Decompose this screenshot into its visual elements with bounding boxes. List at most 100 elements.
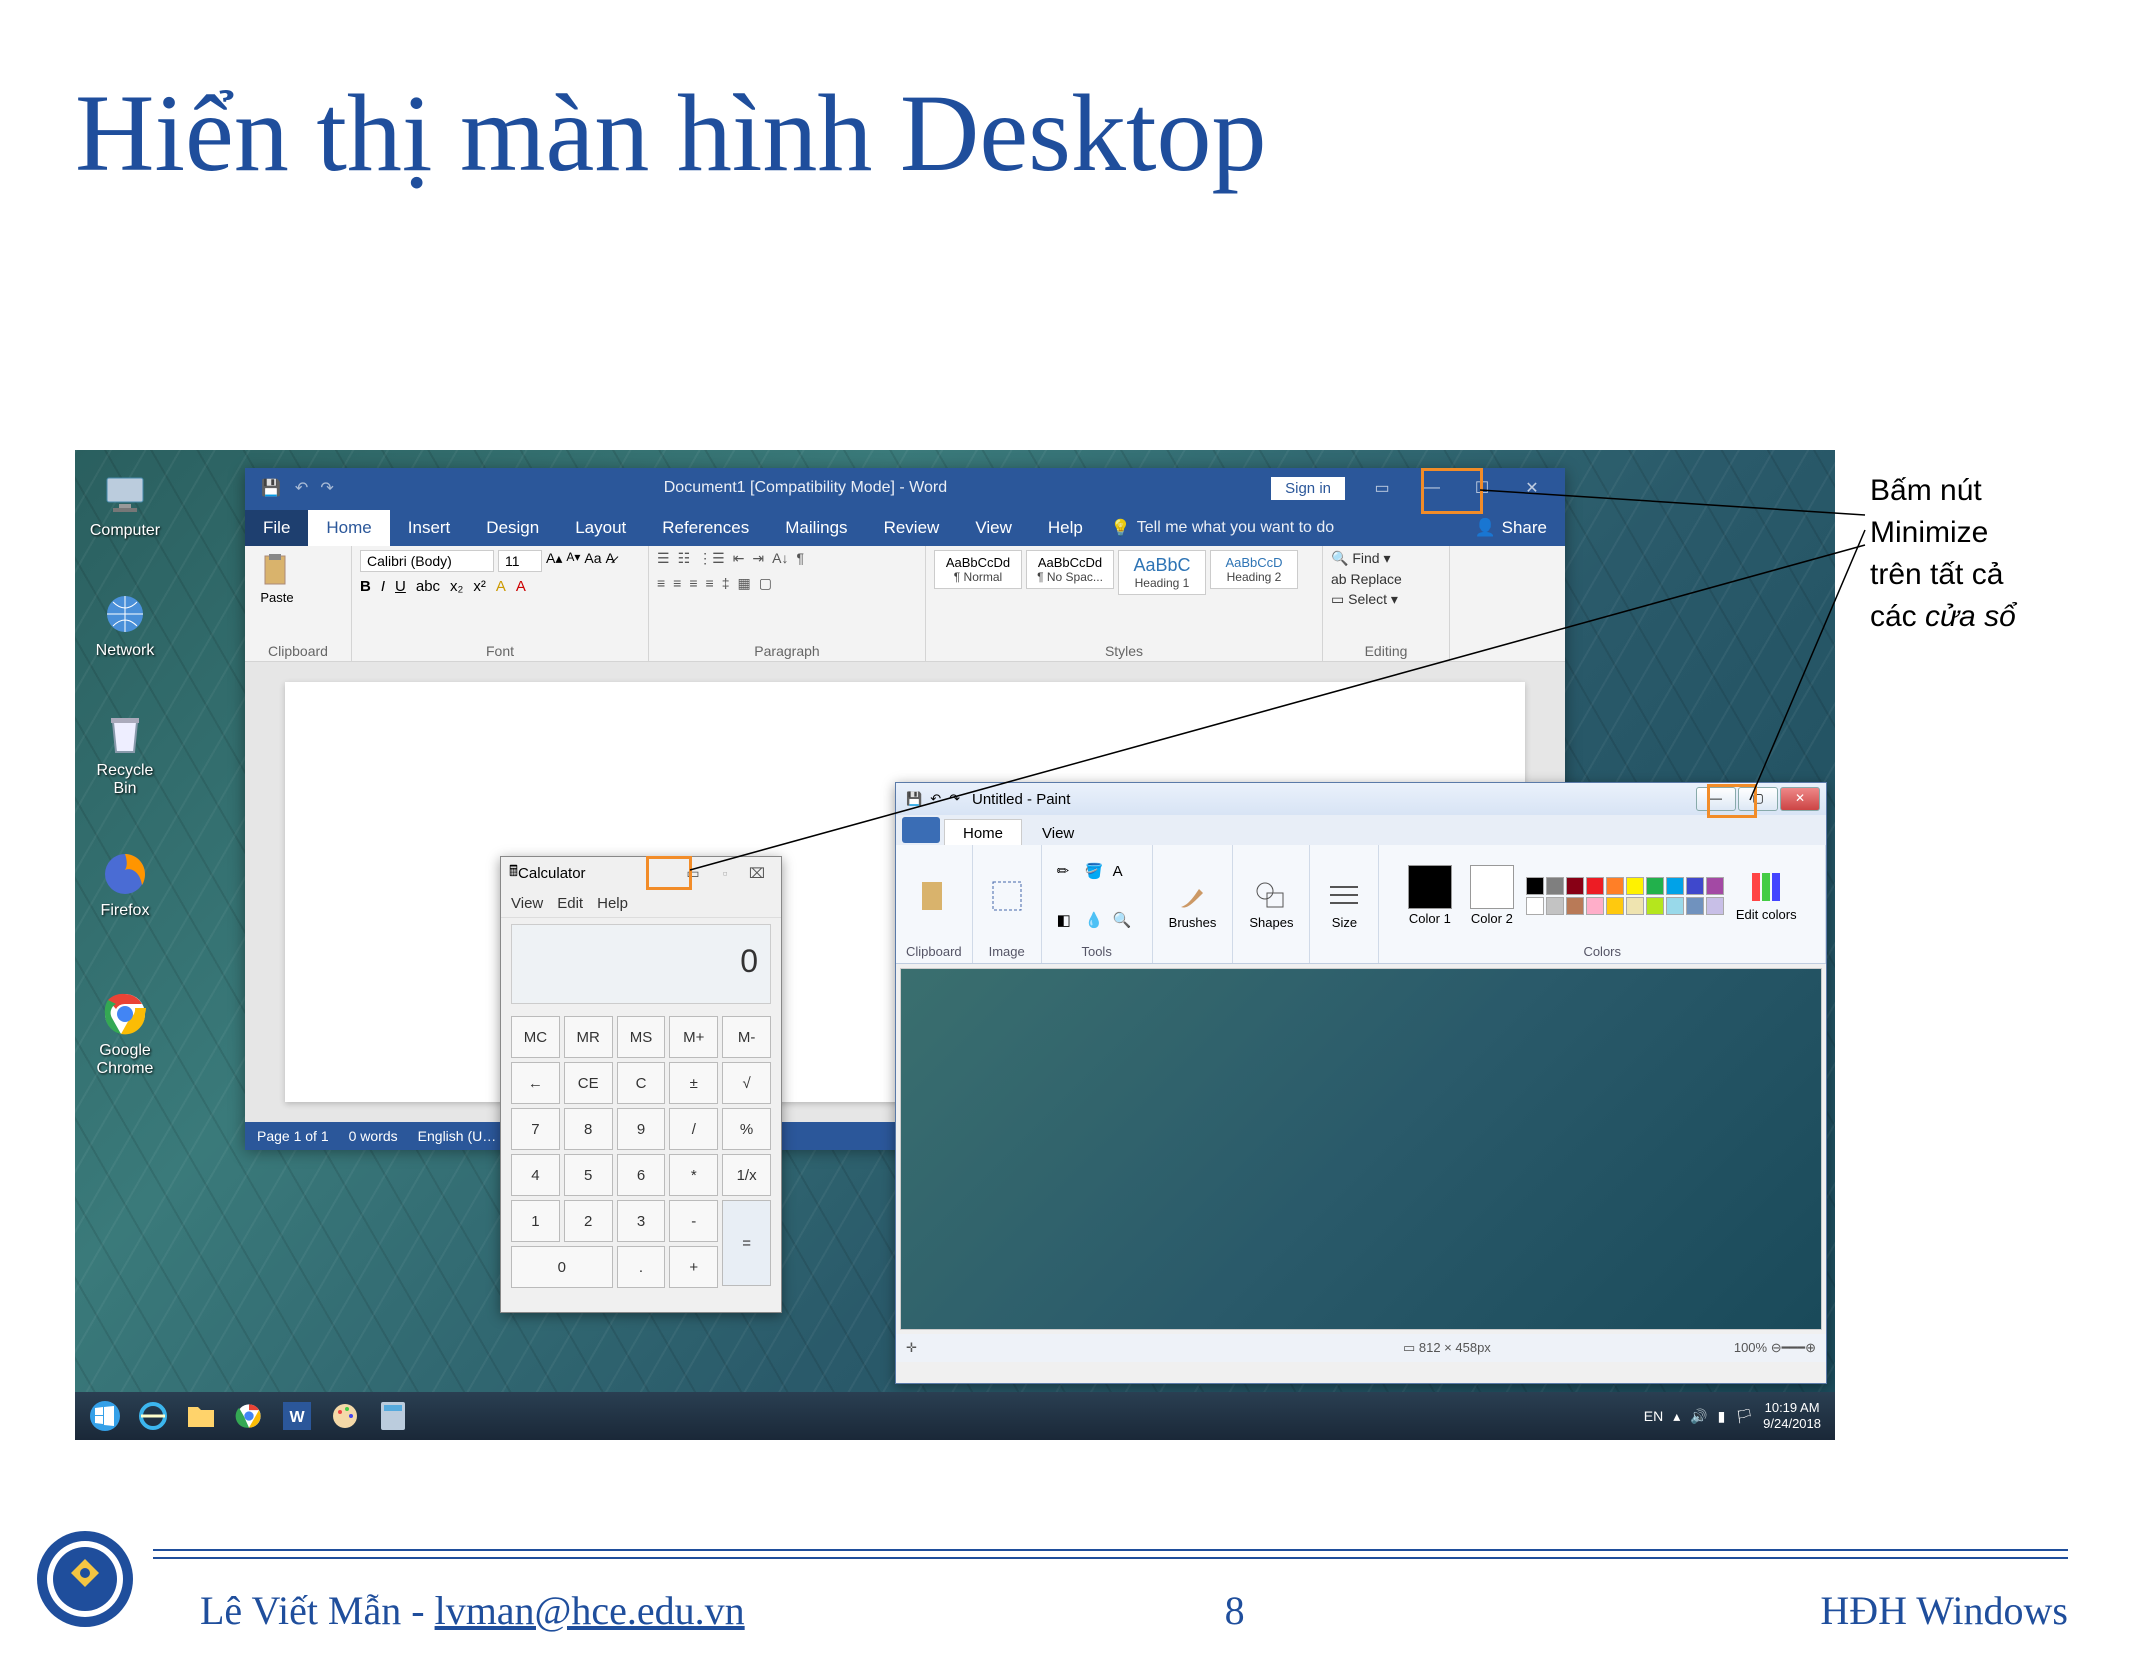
- desktop-icon-recyclebin[interactable]: Recycle Bin: [85, 710, 165, 798]
- paint-canvas[interactable]: [900, 968, 1822, 1330]
- borders-icon[interactable]: ▢: [759, 575, 772, 592]
- color-swatch[interactable]: [1666, 897, 1684, 915]
- paste-button[interactable]: Paste: [253, 550, 301, 607]
- font-name-select[interactable]: Calibri (Body): [360, 550, 494, 572]
- color-swatch[interactable]: [1566, 897, 1584, 915]
- underline-button[interactable]: U: [395, 578, 406, 595]
- superscript-button[interactable]: x²: [473, 578, 486, 595]
- key-3[interactable]: 3: [617, 1200, 666, 1242]
- tab-help[interactable]: Help: [1030, 510, 1101, 546]
- line-spacing-icon[interactable]: ‡: [722, 575, 730, 592]
- key-mminus[interactable]: M-: [722, 1016, 771, 1058]
- color-swatch[interactable]: [1606, 877, 1624, 895]
- pencil-tool-icon[interactable]: ✏: [1057, 862, 1081, 880]
- fill-tool-icon[interactable]: 🪣: [1085, 862, 1109, 880]
- key-eq[interactable]: =: [722, 1200, 771, 1286]
- task-chrome[interactable]: [225, 1396, 273, 1436]
- tab-design[interactable]: Design: [468, 510, 557, 546]
- key-0[interactable]: 0: [511, 1246, 613, 1288]
- key-sqrt[interactable]: √: [722, 1062, 771, 1104]
- show-marks-icon[interactable]: ¶: [797, 550, 805, 567]
- tray-action-icon[interactable]: 🏳: [1735, 1408, 1753, 1425]
- key-neg[interactable]: ±: [669, 1062, 718, 1104]
- task-word[interactable]: W: [273, 1396, 321, 1436]
- key-back[interactable]: ←: [511, 1062, 560, 1104]
- highlight-button[interactable]: A: [496, 578, 506, 595]
- key-ce[interactable]: CE: [564, 1062, 613, 1104]
- text-tool-icon[interactable]: A: [1113, 863, 1137, 880]
- maximize-button[interactable]: ▫: [709, 865, 741, 881]
- task-calc[interactable]: [369, 1396, 417, 1436]
- tray-lang[interactable]: EN: [1644, 1408, 1663, 1424]
- color-swatch[interactable]: [1706, 897, 1724, 915]
- tab-insert[interactable]: Insert: [390, 510, 469, 546]
- select-button[interactable]: [983, 876, 1031, 916]
- decrease-indent-icon[interactable]: ⇤: [733, 550, 745, 567]
- tray-sound-icon[interactable]: 🔊: [1690, 1408, 1707, 1425]
- save-icon[interactable]: 💾: [253, 478, 289, 498]
- change-case-icon[interactable]: Aa: [584, 550, 601, 572]
- paint-qat-save-icon[interactable]: 💾: [902, 791, 926, 807]
- bullets-icon[interactable]: ☰: [657, 550, 670, 567]
- strike-button[interactable]: abc: [416, 578, 440, 595]
- color-swatch[interactable]: [1546, 897, 1564, 915]
- key-div[interactable]: /: [669, 1108, 718, 1150]
- replace-button[interactable]: ab Replace: [1331, 571, 1402, 587]
- key-pct[interactable]: %: [722, 1108, 771, 1150]
- shading-icon[interactable]: ▦: [737, 575, 750, 592]
- close-button[interactable]: ⌧: [741, 865, 773, 882]
- menu-view[interactable]: View: [511, 895, 543, 912]
- shrink-font-icon[interactable]: A▾: [566, 550, 580, 572]
- multilevel-icon[interactable]: ⋮☰: [698, 550, 725, 567]
- tray-clock[interactable]: 10:19 AM 9/24/2018: [1763, 1400, 1821, 1431]
- tray-flag-icon[interactable]: ▴: [1673, 1408, 1680, 1425]
- grow-font-icon[interactable]: A▴: [546, 550, 562, 572]
- tab-file[interactable]: File: [245, 510, 308, 546]
- align-left-icon[interactable]: ≡: [657, 575, 665, 592]
- ribbon-display-icon[interactable]: ▭: [1357, 468, 1407, 508]
- align-center-icon[interactable]: ≡: [673, 575, 681, 592]
- tab-review[interactable]: Review: [866, 510, 958, 546]
- eraser-tool-icon[interactable]: ◧: [1057, 911, 1081, 929]
- tab-references[interactable]: References: [644, 510, 767, 546]
- close-button[interactable]: ✕: [1780, 787, 1820, 811]
- paint-qat-undo-icon[interactable]: ↶: [926, 791, 945, 807]
- brushes-button[interactable]: Brushes: [1163, 875, 1223, 932]
- key-1[interactable]: 1: [511, 1200, 560, 1242]
- key-5[interactable]: 5: [564, 1154, 613, 1196]
- tab-view[interactable]: View: [1024, 820, 1092, 845]
- subscript-button[interactable]: x₂: [450, 578, 463, 595]
- start-button[interactable]: [81, 1396, 129, 1436]
- key-inv[interactable]: 1/x: [722, 1154, 771, 1196]
- desktop-icon-computer[interactable]: Computer: [85, 470, 165, 540]
- key-mc[interactable]: MC: [511, 1016, 560, 1058]
- numbering-icon[interactable]: ☷: [678, 550, 691, 567]
- color-swatch[interactable]: [1686, 877, 1704, 895]
- sort-icon[interactable]: A↓: [772, 550, 788, 567]
- paint-qat-redo-icon[interactable]: ↷: [945, 791, 964, 807]
- signin-button[interactable]: Sign in: [1271, 477, 1345, 500]
- color1-button[interactable]: Color 1: [1402, 863, 1458, 928]
- key-mul[interactable]: *: [669, 1154, 718, 1196]
- key-8[interactable]: 8: [564, 1108, 613, 1150]
- task-ie[interactable]: [129, 1396, 177, 1436]
- color-swatch[interactable]: [1546, 877, 1564, 895]
- size-button[interactable]: Size: [1320, 875, 1368, 932]
- align-right-icon[interactable]: ≡: [689, 575, 697, 592]
- menu-help[interactable]: Help: [597, 895, 628, 912]
- color-swatch[interactable]: [1626, 897, 1644, 915]
- task-paint[interactable]: [321, 1396, 369, 1436]
- font-color-button[interactable]: A: [516, 578, 526, 595]
- redo-icon[interactable]: ↷: [314, 478, 339, 498]
- color-swatch[interactable]: [1626, 877, 1644, 895]
- key-7[interactable]: 7: [511, 1108, 560, 1150]
- justify-icon[interactable]: ≡: [706, 575, 714, 592]
- select-button[interactable]: ▭ Select ▾: [1331, 591, 1398, 608]
- find-button[interactable]: 🔍 Find ▾: [1331, 550, 1390, 567]
- desktop-icon-network[interactable]: Network: [85, 590, 165, 660]
- color-swatch[interactable]: [1606, 897, 1624, 915]
- color2-button[interactable]: Color 2: [1464, 863, 1520, 928]
- key-6[interactable]: 6: [617, 1154, 666, 1196]
- desktop-icon-firefox[interactable]: Firefox: [85, 850, 165, 920]
- style-heading1[interactable]: AaBbCHeading 1: [1118, 550, 1206, 595]
